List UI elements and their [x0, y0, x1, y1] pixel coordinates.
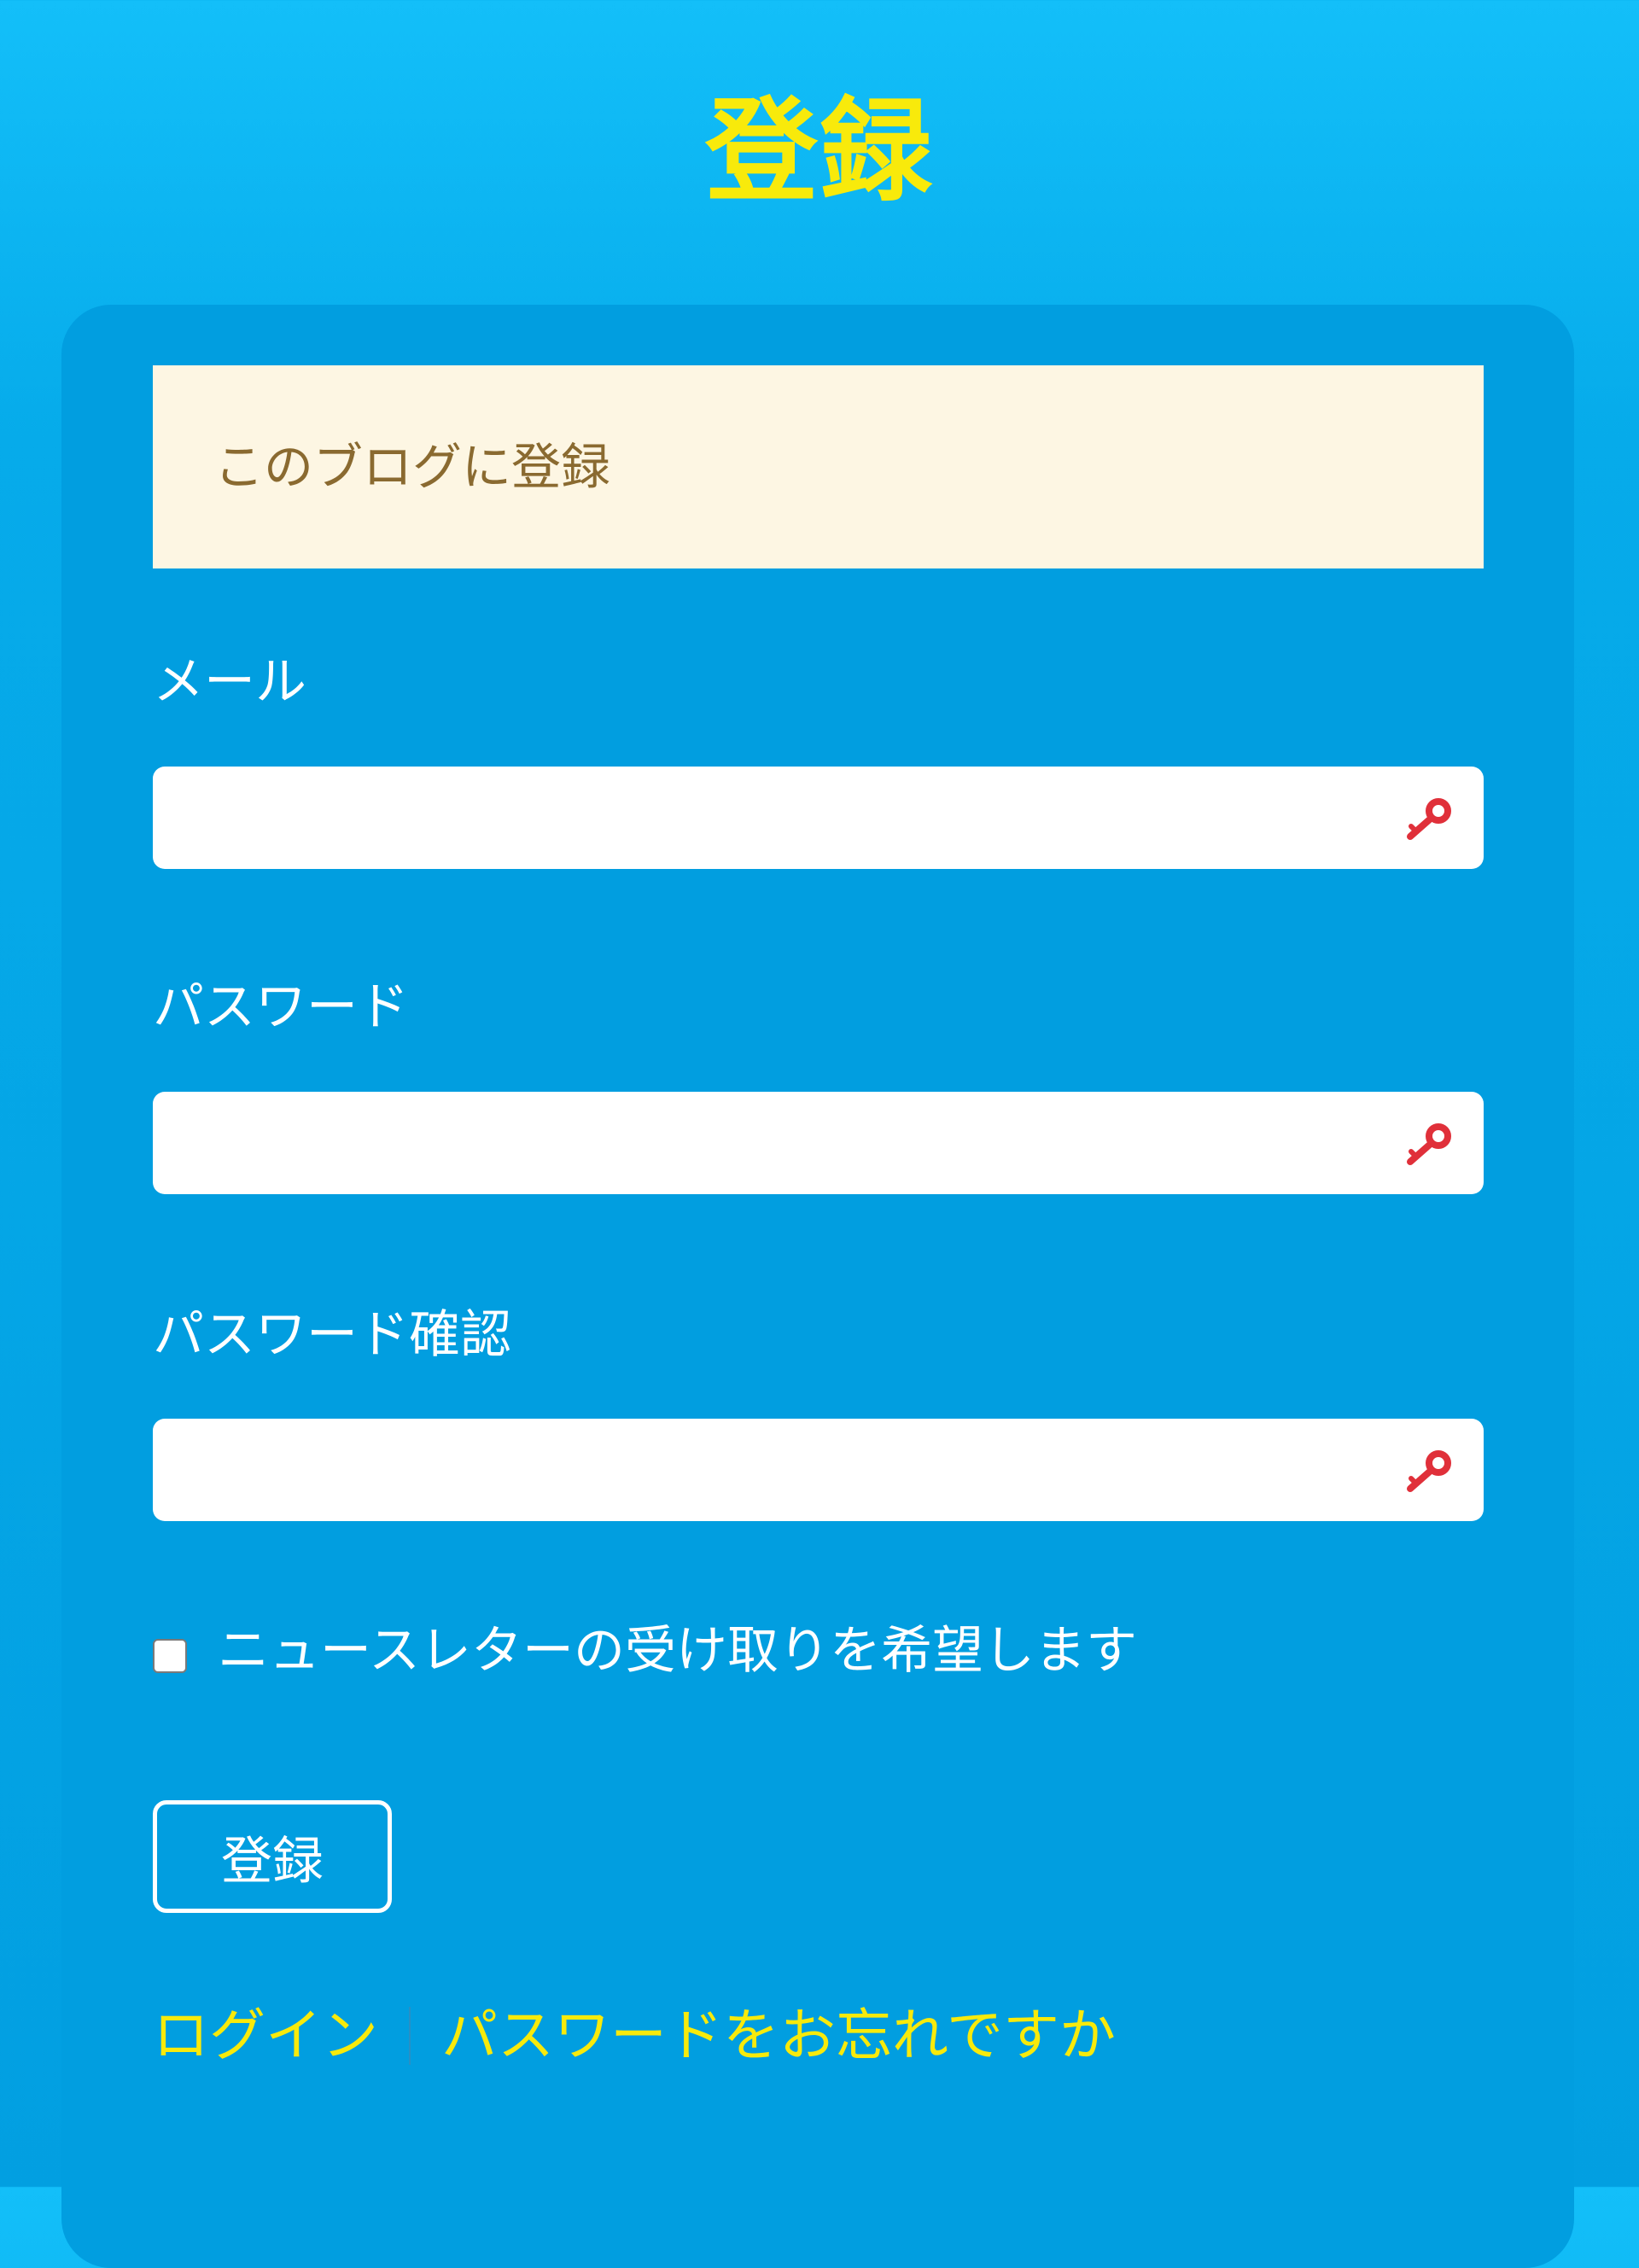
email-label: メール [153, 652, 306, 712]
password-confirm-label: パスワード確認 [153, 1305, 511, 1365]
newsletter-label[interactable]: ニュースレターの受け取りを希望します [218, 1617, 1137, 1685]
password-label: パスワード [153, 977, 409, 1037]
password-confirm-input[interactable] [153, 1419, 1365, 1521]
page-title: 登録 [705, 86, 934, 218]
login-link[interactable]: ログイン [153, 1993, 378, 2079]
forgot-password-link[interactable]: パスワードをお忘れですか [441, 1993, 1116, 2079]
password-confirm-field-wrapper [153, 1419, 1484, 1521]
registration-card: このブログに登録 メール パスワード パスワード確認 ニュースレターの受け取りを… [61, 305, 1574, 2268]
key-icon[interactable] [1405, 797, 1455, 842]
key-icon[interactable] [1405, 1449, 1455, 1494]
password-field-wrapper [153, 1092, 1484, 1194]
newsletter-checkbox[interactable] [153, 1639, 187, 1673]
notice-text: このブログに登録 [214, 438, 611, 496]
auth-links: ログイン パスワードをお忘れですか [153, 1993, 1116, 2079]
notice-banner: このブログに登録 [153, 365, 1484, 568]
link-divider [409, 2007, 411, 2065]
email-field-wrapper [153, 767, 1484, 869]
newsletter-row: ニュースレターの受け取りを希望します [153, 1617, 1137, 1685]
password-input[interactable] [153, 1092, 1365, 1194]
email-input[interactable] [153, 767, 1365, 869]
register-button[interactable]: 登録 [153, 1800, 392, 1913]
key-icon[interactable] [1405, 1122, 1455, 1167]
